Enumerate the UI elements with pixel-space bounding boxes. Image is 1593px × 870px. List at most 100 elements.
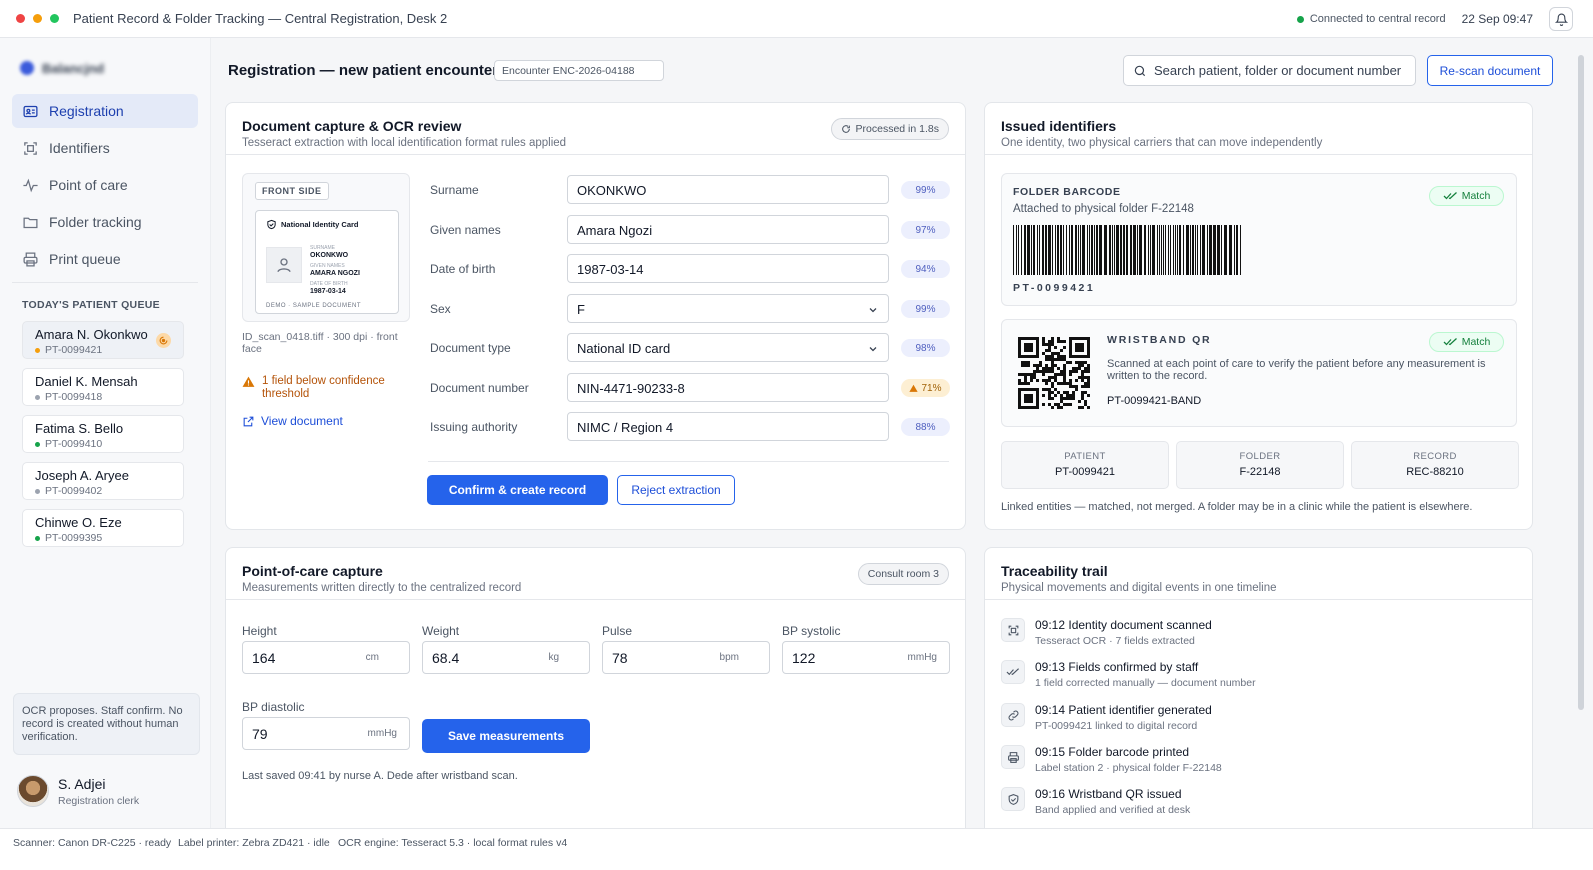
save-measurements-button[interactable]: Save measurements — [422, 719, 590, 753]
height-input[interactable]: 164 cm — [242, 641, 410, 674]
entity-patient: PATIENT PT-0099421 — [1001, 441, 1169, 489]
notifications-button[interactable] — [1549, 7, 1573, 31]
field-row-surname: Surname OKONKWO 99% — [430, 175, 950, 204]
document-number-input[interactable]: NIN-4471-90233-8 — [567, 373, 889, 402]
given-names-input[interactable]: Amara Ngozi — [567, 215, 889, 244]
trail-event[interactable]: 09:16 Wristband QR issued Band applied a… — [1001, 787, 1501, 827]
queue-item[interactable]: Chinwe O. Eze PT-0099395 — [22, 509, 184, 547]
user-profile[interactable]: S. Adjei Registration clerk — [17, 775, 139, 807]
field-label: Surname — [430, 183, 479, 197]
field-label: Sex — [430, 302, 451, 316]
dob-input[interactable]: 1987-03-14 — [567, 254, 889, 283]
pulse-input[interactable]: 78 bpm — [602, 641, 770, 674]
close-window-button[interactable] — [16, 14, 25, 23]
shield-icon — [267, 219, 276, 230]
id-card-title: National Identity Card — [281, 220, 359, 229]
nav-item-point-of-care[interactable]: Point of care — [12, 168, 198, 202]
sex-select[interactable]: F — [567, 294, 889, 323]
confidence-badge: 97% — [901, 221, 950, 239]
card-title: Traceability trail — [1001, 563, 1108, 579]
search-icon — [1134, 65, 1146, 76]
page-scrollbar[interactable] — [1578, 55, 1584, 710]
wristband-match-badge: Match — [1429, 332, 1504, 352]
surname-input[interactable]: OKONKWO — [567, 175, 889, 204]
vital-value: 79 — [252, 726, 268, 742]
in-progress-icon — [156, 333, 171, 348]
nav-item-print-queue[interactable]: Print queue — [12, 242, 198, 276]
window-controls — [16, 14, 59, 23]
main-nav: Registration Identifiers Point of care F… — [12, 94, 198, 276]
document-preview[interactable]: FRONT SIDE National Identity Card SURNAM… — [242, 173, 410, 322]
point-of-care-card: Point-of-care capture Measurements writt… — [225, 547, 966, 837]
bp-diastolic-input[interactable]: 79 mmHg — [242, 717, 410, 750]
queue-item[interactable]: Daniel K. Mensah PT-0099418 — [22, 368, 184, 406]
trail-event[interactable]: 09:15 Folder barcode printed Label stati… — [1001, 745, 1501, 785]
search-input[interactable]: Search patient, folder or document numbe… — [1123, 55, 1416, 86]
entity-record: RECORD REC-88210 — [1351, 441, 1519, 489]
event-subtitle: 1 field corrected manually — document nu… — [1035, 677, 1256, 689]
vital-bp-diastolic: BP diastolic 79 mmHg — [242, 700, 410, 750]
nav-item-identifiers[interactable]: Identifiers — [12, 131, 198, 165]
trail-event[interactable]: 09:14 Patient identifier generated PT-00… — [1001, 703, 1501, 743]
printer-icon — [1007, 751, 1019, 763]
id-photo — [266, 247, 302, 283]
maximize-window-button[interactable] — [50, 14, 59, 23]
weight-input[interactable]: 68.4 kg — [422, 641, 590, 674]
queue-title: TODAY'S PATIENT QUEUE — [22, 299, 160, 311]
entity-value: F-22148 — [1239, 466, 1281, 478]
confidence-badge: 94% — [901, 260, 950, 278]
issuing-authority-input[interactable]: NIMC / Region 4 — [567, 412, 889, 441]
scan-frame-icon — [1008, 625, 1018, 635]
card-subtitle: Physical movements and digital events in… — [1001, 582, 1277, 594]
trail-event[interactable]: 09:12 Identity document scanned Tesserac… — [1001, 618, 1501, 658]
nav-label: Identifiers — [49, 140, 110, 156]
vital-unit: cm — [365, 652, 379, 663]
minimize-window-button[interactable] — [33, 14, 42, 23]
low-confidence-badge: 71% — [901, 379, 950, 397]
vital-label: Height — [242, 624, 277, 638]
folder-icon — [23, 217, 38, 228]
reject-extraction-button[interactable]: Reject extraction — [617, 475, 735, 505]
field-label: Issuing authority — [430, 420, 518, 434]
nav-item-folder-tracking[interactable]: Folder tracking — [12, 205, 198, 239]
queue-item-active[interactable]: Amara N. Okonkwo PT-0099421 — [22, 321, 184, 359]
brand-logo-icon — [20, 61, 34, 75]
card-subtitle: Measurements written directly to the cen… — [242, 582, 522, 594]
field-label: Document number — [430, 381, 529, 395]
processed-text: Processed in 1.8s — [855, 123, 939, 135]
title-bar: Patient Record & Folder Tracking — Centr… — [0, 0, 1593, 38]
document-type-value: National ID card — [577, 341, 671, 356]
event-title: 09:13 Fields confirmed by staff — [1035, 660, 1199, 674]
wristband-qr-box: WRISTBAND QR Match Scanned at each point… — [1001, 319, 1517, 427]
view-document-link[interactable]: View document — [242, 414, 343, 428]
avatar — [17, 775, 49, 807]
id-dob: 1987-03-14 — [310, 288, 346, 295]
chevron-down-icon — [869, 308, 877, 313]
bp-systolic-input[interactable]: 122 mmHg — [782, 641, 950, 674]
id-given: AMARA NGOZI — [310, 270, 360, 277]
event-title: 09:16 Wristband QR issued — [1035, 787, 1182, 801]
queue-patient-name: Daniel K. Mensah — [35, 374, 138, 389]
entity-label: PATIENT — [1064, 451, 1106, 462]
confirm-create-record-button[interactable]: Confirm & create record — [427, 475, 608, 505]
rescan-document-button[interactable]: Re-scan document — [1427, 55, 1553, 86]
trail-event[interactable]: 09:13 Fields confirmed by staff 1 field … — [1001, 660, 1501, 700]
field-row-document-type: Document type National ID card 98% — [430, 333, 950, 362]
user-role: Registration clerk — [58, 794, 140, 807]
document-type-select[interactable]: National ID card — [567, 333, 889, 362]
event-subtitle: PT-0099421 linked to digital record — [1035, 720, 1198, 732]
id-surname-label: SURNAME — [310, 245, 336, 251]
qr-code-image — [1018, 337, 1090, 409]
queue-patient-id: PT-0099421 — [45, 344, 103, 356]
queue-item[interactable]: Joseph A. Aryee PT-0099402 — [22, 462, 184, 500]
user-name: S. Adjei — [58, 775, 106, 792]
ocr-engine-status: OCR engine: Tesseract 5.3 · local format… — [338, 837, 568, 849]
event-title: 09:12 Identity document scanned — [1035, 618, 1212, 632]
match-text: Match — [1461, 336, 1491, 348]
nav-item-registration[interactable]: Registration — [12, 94, 198, 128]
queue-item[interactable]: Fatima S. Bello PT-0099410 — [22, 415, 184, 453]
vital-value: 68.4 — [432, 650, 460, 666]
card-subtitle: One identity, two physical carriers that… — [1001, 137, 1323, 149]
id-given-label: GIVEN NAMES — [310, 263, 345, 269]
id-card-icon — [23, 105, 38, 117]
